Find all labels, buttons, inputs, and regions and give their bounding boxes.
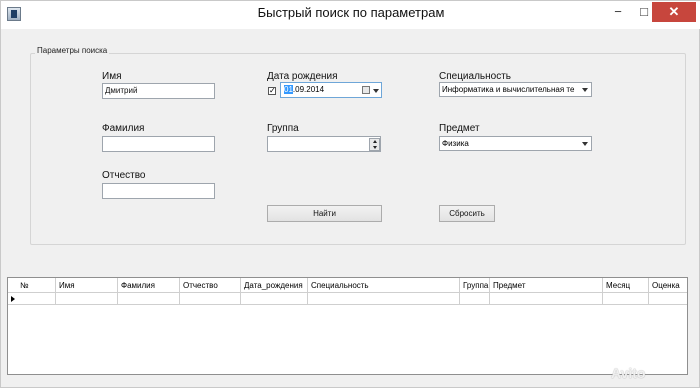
- subject-label: Предмет: [439, 123, 480, 134]
- grid-header: № Имя Фамилия Отчество Дата_рождения Спе…: [8, 278, 687, 293]
- chevron-down-icon[interactable]: [582, 142, 588, 146]
- first-name-input[interactable]: Дмитрий: [102, 83, 215, 99]
- subject-value: Физика: [442, 139, 469, 148]
- table-row[interactable]: [8, 293, 687, 305]
- cell-last-name[interactable]: [118, 293, 180, 305]
- col-header-last-name[interactable]: Фамилия: [118, 278, 180, 293]
- spin-down-icon[interactable]: [373, 146, 377, 149]
- cell-patronymic[interactable]: [180, 293, 241, 305]
- col-header-group[interactable]: Группа: [460, 278, 490, 293]
- birth-date-day: 01: [284, 85, 293, 94]
- chevron-down-icon[interactable]: [373, 89, 379, 93]
- birth-date-label: Дата рождения: [267, 71, 338, 82]
- cell-number[interactable]: [17, 293, 56, 305]
- patronymic-label: Отчество: [102, 170, 146, 181]
- col-header-number[interactable]: №: [17, 278, 56, 293]
- close-button[interactable]: ✕: [652, 2, 696, 22]
- minimize-button[interactable]: −: [607, 1, 629, 23]
- calendar-icon[interactable]: [362, 86, 370, 94]
- app-window: Быстрый поиск по параметрам − □ ✕ Параме…: [0, 0, 700, 388]
- birth-date-picker[interactable]: 01.09.2014: [280, 82, 382, 98]
- specialty-value: Информатика и вычислительная те: [442, 85, 575, 94]
- cell-subject[interactable]: [490, 293, 603, 305]
- last-name-input[interactable]: [102, 136, 215, 152]
- title-bar: Быстрый поиск по параметрам − □ ✕: [1, 1, 700, 29]
- birth-date-checkbox[interactable]: ✓: [268, 87, 276, 95]
- col-header-subject[interactable]: Предмет: [490, 278, 603, 293]
- cell-month[interactable]: [603, 293, 649, 305]
- col-header-birth-date[interactable]: Дата_рождения: [241, 278, 308, 293]
- group-legend: Параметры поиска: [35, 46, 110, 55]
- cell-group[interactable]: [460, 293, 490, 305]
- reset-button[interactable]: Сбросить: [439, 205, 495, 222]
- last-name-label: Фамилия: [102, 123, 145, 134]
- cell-first-name[interactable]: [56, 293, 118, 305]
- birth-date-value: 01.09.2014: [284, 83, 324, 97]
- col-header-specialty[interactable]: Специальность: [308, 278, 460, 293]
- specialty-select[interactable]: Информатика и вычислительная те: [439, 82, 592, 97]
- patronymic-input[interactable]: [102, 183, 215, 199]
- col-header-month[interactable]: Месяц: [603, 278, 649, 293]
- find-button[interactable]: Найти: [267, 205, 382, 222]
- cell-grade[interactable]: [649, 293, 687, 305]
- spin-up-icon[interactable]: [373, 140, 377, 143]
- birth-date-rest: .09.2014: [292, 85, 325, 94]
- close-icon: ✕: [668, 4, 680, 19]
- group-label: Группа: [267, 123, 299, 134]
- col-header-grade[interactable]: Оценка: [649, 278, 687, 293]
- chevron-down-icon[interactable]: [582, 88, 588, 92]
- group-input[interactable]: [267, 136, 381, 152]
- specialty-label: Специальность: [439, 71, 511, 82]
- window-title: Быстрый поиск по параметрам: [257, 5, 445, 20]
- group-stepper[interactable]: [369, 138, 380, 151]
- watermark: Avito: [611, 365, 646, 381]
- row-selector-icon: [11, 296, 15, 302]
- subject-select[interactable]: Физика: [439, 136, 592, 151]
- cell-birth-date[interactable]: [241, 293, 308, 305]
- first-name-label: Имя: [102, 71, 122, 82]
- cell-specialty[interactable]: [308, 293, 460, 305]
- col-header-patronymic[interactable]: Отчество: [180, 278, 241, 293]
- results-grid[interactable]: № Имя Фамилия Отчество Дата_рождения Спе…: [7, 277, 688, 375]
- col-header-first-name[interactable]: Имя: [56, 278, 118, 293]
